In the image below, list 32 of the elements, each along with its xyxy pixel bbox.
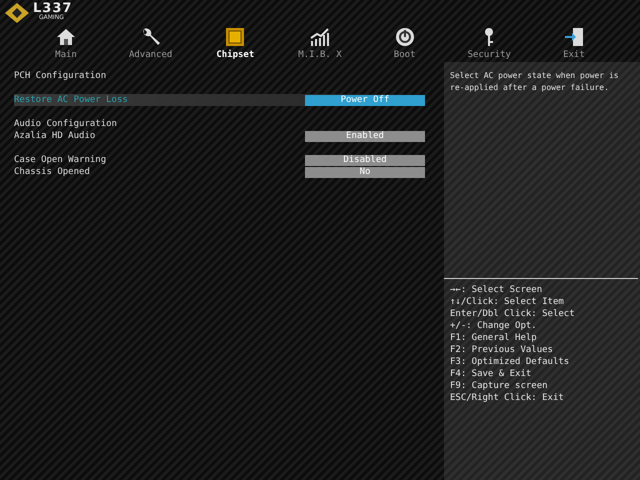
menu-tab[interactable]: Exit: [532, 26, 616, 60]
house-icon: [55, 26, 77, 48]
key-hint: F2: Previous Values: [450, 344, 554, 356]
key-hint: F3: Optimized Defaults: [450, 356, 570, 368]
key-hint: ↑↓/Click: Select Item: [450, 296, 565, 308]
menu-tab[interactable]: Security: [447, 26, 532, 60]
key-hint: +/-: Change Opt.: [450, 320, 538, 332]
section-heading: PCH Configuration: [14, 71, 108, 81]
section-heading: Audio Configuration: [14, 119, 118, 129]
key-hint: F4: Save & Exit: [450, 368, 532, 380]
menu-tab[interactable]: Main: [24, 26, 108, 60]
key-hint: →←: Select Screen: [450, 284, 544, 296]
menu-tab[interactable]: Boot: [362, 26, 447, 60]
key-hint: Enter/Dbl Click: Select: [450, 308, 576, 320]
help-text: Select AC power state when power is re-applied after a power failure.: [449, 70, 620, 94]
key-hint: F1: General Help: [450, 332, 538, 344]
logo-text: L337: [33, 2, 72, 15]
setting-label: Restore AC Power Loss: [14, 95, 129, 105]
menu-tab[interactable]: M.I.B. X: [278, 26, 362, 60]
setting-label: Case Open Warning: [14, 155, 108, 165]
menu-tab[interactable]: Advanced: [108, 26, 193, 60]
rising-chart-icon: [308, 26, 331, 48]
menu-tab[interactable]: Chipset: [193, 26, 278, 60]
exit-door-icon: [562, 26, 585, 48]
chip-icon: [224, 26, 246, 48]
setting-label: Azalia HD Audio: [14, 131, 96, 141]
selected-setting-row[interactable]: Restore AC Power Loss Power Off: [14, 94, 426, 106]
power-icon: [394, 26, 416, 48]
key-hint: ESC/Right Click: Exit: [450, 392, 565, 404]
setting-label: Chassis Opened: [14, 167, 91, 177]
logo-icon: [4, 2, 30, 24]
key-hint: F9: Capture screen: [450, 380, 549, 392]
